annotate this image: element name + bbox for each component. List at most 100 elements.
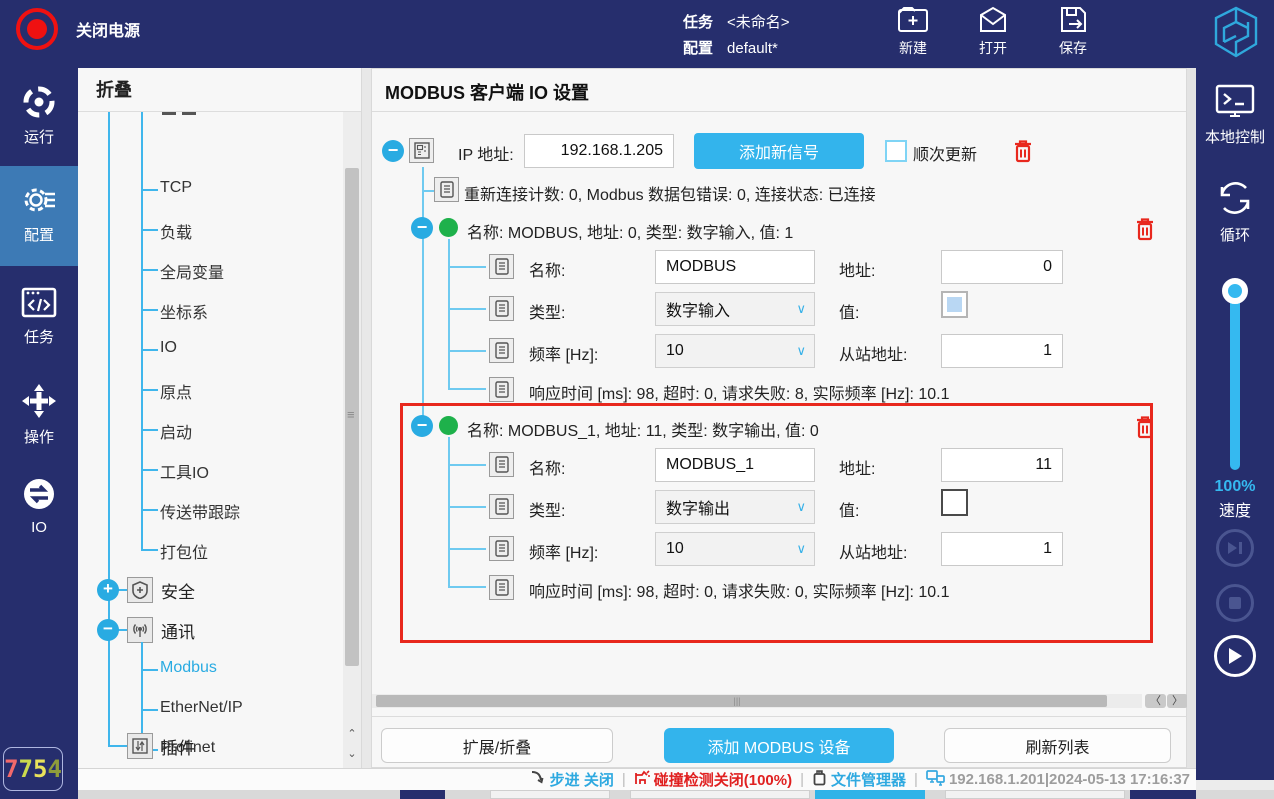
tree-item-tcp[interactable]: TCP — [160, 179, 192, 197]
operate-nav-label: 操作 — [0, 426, 78, 447]
tree-line — [108, 745, 127, 747]
shield-icon — [127, 577, 153, 603]
ip-input[interactable] — [524, 134, 674, 168]
config-tree-panel: 折叠 TCP 负载 全局变量 坐标系 IO 原点 启动 工具IO 传送带跟踪 打… — [78, 68, 362, 768]
add-modbus-device-button[interactable]: 添加 MODBUS 设备 — [664, 728, 894, 763]
tree-group-safety[interactable]: 安全 — [161, 578, 195, 603]
frequency-select-value: 10 — [666, 540, 684, 558]
signal-name-input[interactable] — [655, 250, 815, 284]
network-text: 192.168.1.201|2024-05-13 17:16:37 — [949, 771, 1190, 788]
tree-item-coord[interactable]: 坐标系 — [160, 299, 208, 323]
value-checkbox[interactable] — [941, 489, 968, 516]
frequency-label: 频率 [Hz]: — [529, 341, 598, 365]
tree-item-global-vars[interactable]: 全局变量 — [160, 259, 224, 283]
tree-item-modbus[interactable]: Modbus — [160, 659, 217, 677]
tree-line — [141, 429, 158, 431]
config-value: default* — [727, 36, 778, 62]
tree-item-conveyor[interactable]: 传送带跟踪 — [160, 499, 240, 523]
frequency-select[interactable]: 10∨ — [655, 334, 815, 368]
tree-line — [141, 549, 158, 551]
doc-icon — [489, 254, 514, 279]
stop-button[interactable] — [1216, 584, 1254, 622]
scroll-down-icon[interactable]: ⌄ — [343, 744, 361, 764]
horizontal-scrollbar[interactable] — [372, 694, 1142, 708]
tree-scrollbar-thumb[interactable] — [345, 168, 359, 666]
tree-item-tool-io[interactable]: 工具IO — [160, 459, 209, 483]
speed-slider-track[interactable] — [1230, 290, 1240, 470]
local-control-label: 本地控制 — [1196, 126, 1274, 147]
delete-device-icon[interactable] — [1011, 138, 1035, 164]
plugin-icon — [127, 733, 153, 759]
value-checkbox[interactable] — [941, 291, 968, 318]
local-control-button[interactable]: 本地控制 — [1196, 82, 1274, 147]
doc-icon — [489, 296, 514, 321]
power-off-button[interactable]: 关闭电源 — [16, 8, 140, 50]
sequential-update-checkbox[interactable] — [885, 140, 907, 162]
run-icon — [0, 84, 78, 120]
tree-group-plugin[interactable]: 插件 — [161, 734, 195, 759]
loop-button[interactable]: 循环 — [1196, 178, 1274, 245]
slave-address-input[interactable] — [941, 532, 1063, 566]
delete-signal-icon[interactable] — [1133, 414, 1157, 440]
code-window-icon — [0, 286, 78, 320]
sidebar-item-config[interactable]: 配置 — [0, 166, 78, 266]
delete-signal-icon[interactable] — [1133, 216, 1157, 242]
open-button[interactable]: 打开 — [963, 5, 1023, 58]
play-button[interactable] — [1214, 635, 1256, 677]
collapse-node-device[interactable]: − — [382, 140, 404, 162]
tree-scrollbar[interactable]: ⌃ ⌄ — [343, 112, 361, 768]
slave-address-input[interactable] — [941, 334, 1063, 368]
tree-item-startup[interactable]: 启动 — [160, 419, 192, 443]
expand-collapse-button[interactable]: 扩展/折叠 — [381, 728, 613, 763]
type-select[interactable]: 数字输入∨ — [655, 292, 815, 326]
tree-item-io[interactable]: IO — [160, 339, 177, 357]
config-nav-label: 配置 — [0, 224, 78, 245]
io-nav-label: IO — [0, 519, 78, 536]
save-button[interactable]: 保存 — [1043, 5, 1103, 58]
tree-item-ethernet-ip[interactable]: EtherNet/IP — [160, 699, 243, 717]
scroll-up-icon[interactable]: ⌃ — [343, 724, 361, 744]
task-value: <未命名> — [727, 10, 790, 36]
type-select[interactable]: 数字输出 ∨ — [655, 490, 815, 524]
new-label: 新建 — [883, 38, 943, 58]
tree-group-comm[interactable]: 通讯 — [161, 618, 195, 643]
power-label: 关闭电源 — [76, 17, 140, 41]
file-manager-link[interactable]: 文件管理器 — [812, 769, 906, 790]
frequency-select[interactable]: 10 ∨ — [655, 532, 815, 566]
tree-item-pack[interactable]: 打包位 — [160, 539, 208, 563]
speed-slider-handle[interactable] — [1222, 278, 1248, 304]
new-button[interactable]: 新建 — [883, 5, 943, 58]
tree-item-payload[interactable]: 负载 — [160, 219, 192, 243]
add-signal-button[interactable]: 添加新信号 — [694, 133, 864, 169]
step-mode-status[interactable]: 步进 关闭 — [530, 769, 614, 790]
chevron-down-icon: ∨ — [796, 541, 806, 557]
collapse-header[interactable]: 折叠 — [78, 68, 361, 112]
collapse-node-signal-2[interactable]: − — [411, 415, 433, 437]
clipped-block — [945, 790, 1125, 799]
gear-icon — [0, 182, 78, 218]
doc-icon — [489, 377, 514, 402]
collision-status[interactable]: 碰撞检测关闭(100%) — [634, 769, 792, 790]
tree-line — [141, 349, 158, 351]
collapse-node-signal-1[interactable]: − — [411, 217, 433, 239]
scroll-left-icon[interactable]: 〈 — [1145, 694, 1166, 708]
chevron-down-icon: ∨ — [796, 499, 806, 515]
address-label: 地址: — [839, 257, 875, 281]
signal-address-input[interactable] — [941, 250, 1063, 284]
sidebar-item-run[interactable]: 运行 — [0, 84, 78, 147]
signal-address-input[interactable] — [941, 448, 1063, 482]
tree-item-home[interactable]: 原点 — [160, 379, 192, 403]
type-select-value: 数字输出 — [666, 495, 730, 519]
step-forward-button[interactable] — [1216, 529, 1254, 567]
sidebar-item-operate[interactable]: 操作 — [0, 382, 78, 447]
expand-node-safety[interactable]: + — [97, 579, 119, 601]
sidebar-item-task[interactable]: 任务 — [0, 286, 78, 347]
signal-name-input[interactable] — [655, 448, 815, 482]
tree-line — [141, 269, 158, 271]
horizontal-scrollbar-thumb[interactable] — [376, 695, 1107, 707]
scroll-right-icon[interactable]: 〉 — [1167, 694, 1188, 708]
checkbox-fill — [947, 495, 962, 510]
refresh-list-button[interactable]: 刷新列表 — [944, 728, 1171, 763]
sidebar-item-io[interactable]: IO — [0, 475, 78, 536]
collapse-node-comm[interactable]: − — [97, 619, 119, 641]
